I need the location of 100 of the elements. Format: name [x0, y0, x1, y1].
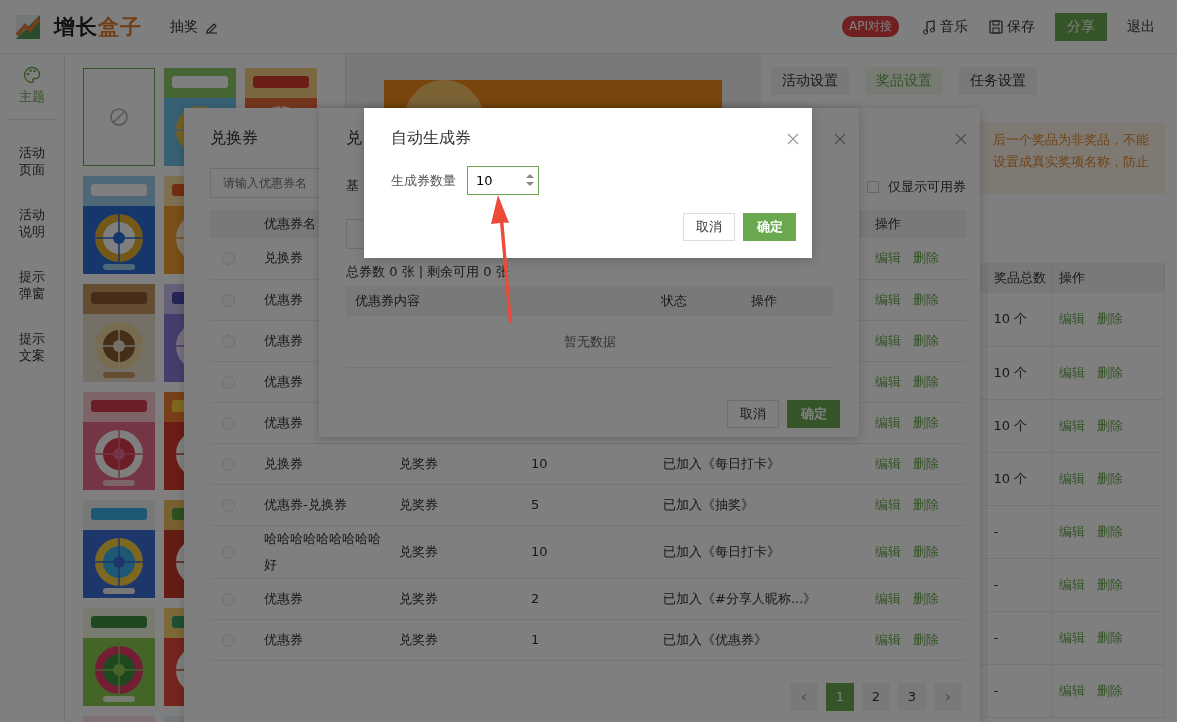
table-cell: 兑奖券	[389, 525, 521, 578]
close-icon[interactable]	[955, 133, 967, 145]
music-button[interactable]: 音乐	[921, 17, 968, 36]
number-field[interactable]: 10	[467, 166, 539, 195]
table-cell: 已加入《抽奖》	[653, 484, 865, 525]
api-badge[interactable]: API对接	[842, 16, 899, 37]
sidebar-item[interactable]: 提示文案	[18, 330, 46, 364]
confirm-button[interactable]: 确定	[787, 400, 840, 428]
sidebar-item[interactable]: 活动说明	[18, 206, 46, 240]
cancel-button[interactable]: 取消	[727, 400, 779, 428]
action-link[interactable]: 编辑	[875, 496, 901, 512]
checkbox-label[interactable]: 仅显示可用券	[867, 178, 966, 196]
sidebar-item[interactable]: 提示弹窗	[18, 268, 46, 302]
action-link[interactable]: 编辑	[1058, 311, 1085, 327]
spinner-icon[interactable]	[525, 173, 535, 187]
sidebar-item[interactable]: 活动页面	[18, 144, 46, 178]
table-cell: 已加入《每日打卡》	[653, 525, 865, 578]
action-link[interactable]: 编辑	[1058, 417, 1085, 433]
theme-option[interactable]	[83, 68, 155, 166]
action-link[interactable]: 编辑	[875, 373, 901, 389]
empty-text: 暂无数据	[346, 316, 833, 368]
action-link[interactable]: 删除	[913, 414, 939, 430]
settings-tab[interactable]: 任务设置	[959, 67, 1037, 95]
page-button[interactable]: 3	[898, 682, 926, 711]
table-cell: 兑奖券	[389, 578, 521, 619]
column-header: 操作	[1051, 263, 1164, 293]
action-link[interactable]: 编辑	[875, 631, 901, 647]
table-cell: -	[986, 505, 1051, 558]
action-link[interactable]: 删除	[913, 590, 939, 606]
no-theme-icon	[109, 107, 129, 127]
confirm-button[interactable]: 确定	[743, 213, 796, 241]
action-link[interactable]: 删除	[1096, 629, 1123, 645]
share-button[interactable]: 分享	[1055, 12, 1107, 41]
page-button[interactable]: 1	[826, 682, 854, 711]
table-cell: 10 个	[986, 452, 1051, 505]
table-cell: 哈哈哈哈哈哈哈哈哈好	[254, 525, 389, 578]
table-cell: -	[986, 558, 1051, 611]
action-link[interactable]: 删除	[913, 373, 939, 389]
palette-icon	[23, 66, 41, 84]
table-cell: 优惠券-兑换券	[254, 484, 389, 525]
cancel-button[interactable]: 取消	[683, 213, 735, 241]
action-link[interactable]: 删除	[913, 455, 939, 471]
action-link[interactable]: 删除	[913, 291, 939, 307]
action-link[interactable]: 删除	[1096, 470, 1123, 486]
action-link[interactable]: 编辑	[1058, 629, 1085, 645]
action-link[interactable]: 删除	[1096, 417, 1123, 433]
column-header: 状态	[661, 292, 687, 310]
table-cell: 已加入《每日打卡》	[653, 443, 865, 484]
action-link[interactable]: 编辑	[1058, 682, 1085, 698]
settings-tab[interactable]: 奖品设置	[865, 67, 943, 95]
action-link[interactable]: 删除	[913, 332, 939, 348]
section-label: 基	[346, 177, 359, 195]
table-cell: 优惠券	[254, 619, 389, 660]
page-button[interactable]: 2	[862, 682, 890, 711]
table-cell: 10 个	[986, 346, 1051, 399]
action-link[interactable]: 删除	[913, 543, 939, 559]
action-link[interactable]: 删除	[913, 496, 939, 512]
table-cell: -	[986, 664, 1051, 717]
notice-text: 设置成真实奖项名称，防止	[993, 153, 1150, 171]
close-icon[interactable]	[787, 133, 799, 145]
table-cell: 10	[521, 443, 653, 484]
column-header: 奖品总数	[986, 263, 1051, 293]
table-cell: 兑奖券	[389, 443, 521, 484]
next-page-button[interactable]: ›	[934, 682, 962, 711]
logo-text: 增长	[54, 14, 98, 39]
action-link[interactable]: 删除	[1096, 364, 1123, 380]
action-link[interactable]: 编辑	[875, 291, 901, 307]
table-cell: 1	[521, 619, 653, 660]
sidebar-item[interactable]: 主题	[19, 66, 45, 105]
action-link[interactable]: 删除	[1096, 682, 1123, 698]
field-label: 生成券数量	[391, 171, 457, 190]
table-cell: 兑奖券	[389, 484, 521, 525]
table-cell: 已加入《#分享人昵称...》	[653, 578, 865, 619]
table-cell: 10	[521, 525, 653, 578]
close-icon[interactable]	[834, 133, 846, 145]
previous-page-button[interactable]: ‹	[790, 682, 818, 711]
table-cell: 兑奖券	[389, 619, 521, 660]
table-cell: 优惠券	[254, 578, 389, 619]
action-link[interactable]: 编辑	[875, 543, 901, 559]
action-link[interactable]: 删除	[1096, 311, 1123, 327]
action-link[interactable]: 编辑	[875, 414, 901, 430]
logo-text: 盒子	[98, 14, 142, 39]
action-link[interactable]: 编辑	[1058, 576, 1085, 592]
exit-button[interactable]: 退出	[1127, 17, 1155, 36]
dialog-title: 自动生成券	[391, 127, 471, 149]
action-link[interactable]: 编辑	[1058, 523, 1085, 539]
action-link[interactable]: 编辑	[875, 455, 901, 471]
action-link[interactable]: 编辑	[875, 590, 901, 606]
table-cell: 10 个	[986, 399, 1051, 452]
action-link[interactable]: 删除	[913, 631, 939, 647]
action-link[interactable]: 删除	[1096, 523, 1123, 539]
checkbox[interactable]	[867, 181, 879, 193]
action-link[interactable]: 编辑	[875, 332, 901, 348]
action-link[interactable]: 编辑	[875, 250, 901, 266]
save-button[interactable]: 保存	[988, 17, 1035, 36]
settings-tab[interactable]: 活动设置	[771, 67, 849, 95]
action-link[interactable]: 编辑	[1058, 364, 1085, 380]
action-link[interactable]: 删除	[1096, 576, 1123, 592]
action-link[interactable]: 编辑	[1058, 470, 1085, 486]
action-link[interactable]: 删除	[913, 250, 939, 266]
